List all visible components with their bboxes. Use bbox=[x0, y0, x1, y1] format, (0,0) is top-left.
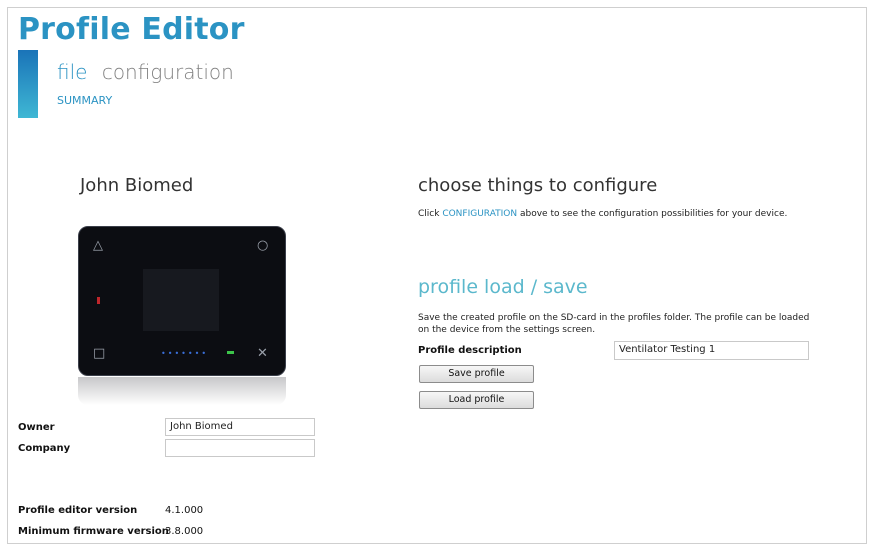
nav-summary-link[interactable]: SUMMARY bbox=[57, 94, 112, 107]
close-icon: ✕ bbox=[257, 346, 268, 361]
profile-heading: profile load / save bbox=[418, 276, 588, 298]
device-image: △ ○ □ ••••••• ✕ bbox=[78, 226, 286, 376]
profile-description-label: Profile description bbox=[418, 345, 522, 356]
nav-file-tab[interactable]: file bbox=[57, 60, 87, 84]
status-led-red bbox=[97, 297, 100, 304]
company-field[interactable] bbox=[165, 439, 315, 457]
device-screen bbox=[143, 269, 219, 331]
configure-text-before: Click bbox=[418, 209, 443, 219]
configure-text: Click CONFIGURATION above to see the con… bbox=[418, 208, 787, 220]
configure-heading: choose things to configure bbox=[418, 175, 658, 196]
device-reflection bbox=[78, 377, 286, 405]
device-name: John Biomed bbox=[80, 175, 194, 196]
editor-version-label: Profile editor version bbox=[18, 505, 138, 516]
save-profile-button[interactable]: Save profile bbox=[419, 365, 534, 383]
owner-label: Owner bbox=[18, 422, 55, 433]
configuration-link[interactable]: CONFIGURATION bbox=[442, 209, 517, 219]
company-label: Company bbox=[18, 443, 71, 454]
nav-configuration-tab[interactable]: configuration bbox=[102, 60, 234, 84]
editor-version-value: 4.1.000 bbox=[165, 505, 204, 516]
load-profile-button[interactable]: Load profile bbox=[419, 391, 534, 409]
main-nav: file configuration bbox=[57, 60, 234, 84]
circle-icon: ○ bbox=[257, 238, 269, 253]
firmware-version-value: 3.8.000 bbox=[165, 526, 204, 537]
indicator-dots: ••••••• bbox=[161, 349, 209, 358]
accent-bar bbox=[18, 50, 38, 118]
profile-description-input[interactable]: Ventilator Testing 1 bbox=[614, 341, 809, 360]
square-icon: □ bbox=[93, 346, 106, 361]
app-title: Profile Editor bbox=[18, 12, 245, 47]
configure-text-after: above to see the configuration possibili… bbox=[517, 209, 788, 219]
triangle-icon: △ bbox=[93, 238, 103, 253]
status-led-green bbox=[227, 351, 234, 354]
profile-description-text: Save the created profile on the SD-card … bbox=[418, 313, 810, 335]
firmware-version-label: Minimum firmware version bbox=[18, 526, 169, 537]
owner-field[interactable]: John Biomed bbox=[165, 418, 315, 436]
